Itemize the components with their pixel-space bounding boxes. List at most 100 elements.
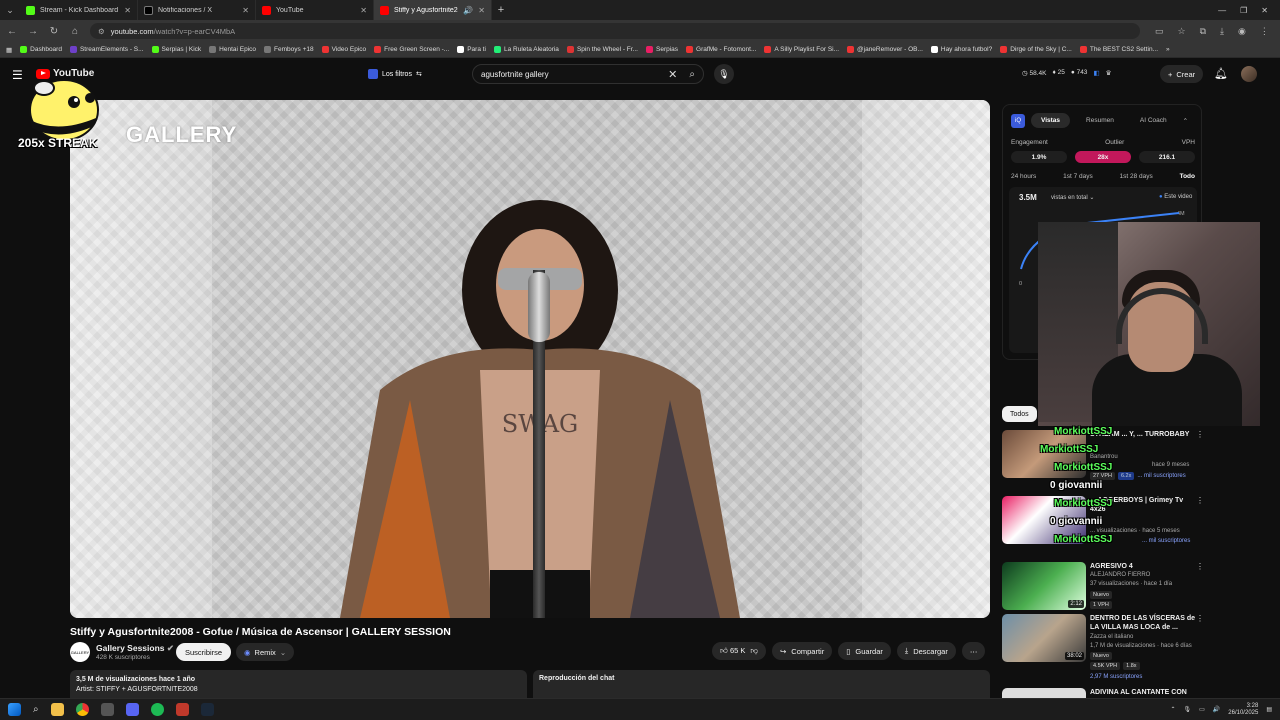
search-box[interactable]: agusfortnite gallery ✕ ⌕ <box>472 64 704 84</box>
channel-name[interactable]: Gallery Sessions ✔ <box>96 643 174 654</box>
save-button[interactable]: ▯ Guardar <box>838 642 891 660</box>
tab-youtube[interactable]: YouTube ✕ <box>256 0 374 20</box>
bookmark-item[interactable]: StreamElements - S... <box>69 46 144 53</box>
more-options-icon[interactable]: ⋮ <box>1196 496 1204 505</box>
close-window-icon[interactable]: ✕ <box>1261 6 1268 15</box>
cast-icon[interactable]: ▭ <box>1155 26 1164 37</box>
video-thumbnail[interactable]: 38:02 <box>1002 614 1086 662</box>
address-bar[interactable]: ⚙ youtube.com/watch?v=p-earCV4MbA <box>90 23 1140 39</box>
rec-title[interactable]: AGRESIVO 4 <box>1090 562 1198 571</box>
bookmark-item[interactable]: A Silly Playlist For Si... <box>764 46 839 53</box>
apps-icon[interactable]: ▦ <box>6 46 12 54</box>
range-option[interactable]: 1st 7 days <box>1063 173 1093 180</box>
rec-title[interactable]: ADIVINA AL CANTANTE CON <box>1090 688 1198 697</box>
filters-button[interactable]: Los filtros ⇆ <box>368 66 422 82</box>
bookmark-star-icon[interactable]: ☆ <box>1178 26 1186 37</box>
start-icon[interactable] <box>8 703 21 716</box>
new-tab-button[interactable]: + <box>492 4 510 16</box>
rec-title[interactable]: DENTRO DE LAS VÍSCERAS de LA VILLA MAS L… <box>1090 614 1198 632</box>
voice-search-button[interactable]: 🎙 <box>714 64 734 84</box>
share-button[interactable]: ↪ Compartir <box>772 642 833 660</box>
clear-search-icon[interactable]: ✕ <box>668 68 677 81</box>
profile-icon[interactable]: ◉ <box>1238 26 1246 37</box>
channel-avatar[interactable]: GALLERY <box>70 642 90 662</box>
account-avatar[interactable] <box>1241 66 1257 82</box>
bookmark-item[interactable]: Spin the Wheel - Fr... <box>566 46 638 53</box>
like-button[interactable]: 👍︎ 65 K <box>720 646 745 656</box>
close-icon[interactable]: ✕ <box>242 6 249 15</box>
bookmark-item[interactable]: The BEST CS2 Settin... <box>1079 46 1158 53</box>
subscribe-button[interactable]: Suscribirse <box>176 643 232 661</box>
range-option[interactable]: Todo <box>1180 173 1195 180</box>
home-icon[interactable]: ⌂ <box>69 26 81 37</box>
recommendation-item[interactable]: 38:02 DENTRO DE LAS VÍSCERAS de LA VILLA… <box>1002 614 1207 684</box>
tab-video[interactable]: Stiffy y Agusfortnite2008 🔊 ✕ <box>374 0 492 20</box>
clock[interactable]: 3:28 26/10/2025 <box>1228 703 1258 717</box>
dislike-button[interactable]: 👎︎ <box>750 646 758 656</box>
bookmark-item[interactable]: Para ti <box>457 46 486 53</box>
filter-chip-all[interactable]: Todos <box>1002 406 1037 422</box>
speaker-icon[interactable]: 🔊 <box>463 6 473 15</box>
search-icon[interactable]: ⌕ <box>689 69 695 80</box>
bookmark-item[interactable]: Hay ahora futbol? <box>930 46 992 53</box>
tab-kick-dashboard[interactable]: Stream - Kick Dashboard ✕ <box>20 0 138 20</box>
notifications-bell-icon[interactable]: 🔔︎ <box>1214 67 1228 80</box>
close-icon[interactable]: ✕ <box>360 6 367 15</box>
video-thumbnail[interactable]: 2:12 <box>1002 562 1086 610</box>
download-button[interactable]: ⤓ Descargar <box>896 642 956 660</box>
chrome-icon[interactable] <box>75 703 89 716</box>
tab-ai-coach[interactable]: AI Coach <box>1130 113 1177 128</box>
file-explorer-icon[interactable] <box>50 703 64 716</box>
bookmark-item[interactable]: Serpias <box>646 46 678 53</box>
app-icon[interactable] <box>175 703 189 716</box>
forward-icon[interactable]: → <box>27 26 39 37</box>
bookmark-item[interactable]: La Ruleta Aleatoria <box>494 46 559 53</box>
bookmark-item[interactable]: Femboys +18 <box>264 46 314 53</box>
close-icon[interactable]: ✕ <box>478 6 485 15</box>
trophy-icon[interactable]: ♛ <box>1106 69 1112 77</box>
bookmark-item[interactable]: Serpias | Kick <box>151 46 201 53</box>
more-options-icon[interactable]: ⋮ <box>1196 614 1204 623</box>
discord-icon[interactable] <box>125 703 139 716</box>
remix-button[interactable]: ◉ Remix ⌄ <box>236 643 295 661</box>
video-thumbnail[interactable] <box>1002 688 1086 698</box>
recommendation-item[interactable]: 2:12 AGRESIVO 4 ALEJANDRO FIERRO 37 visu… <box>1002 562 1207 612</box>
chevron-up-icon[interactable]: ⌃ <box>1170 706 1175 713</box>
spotify-icon[interactable] <box>150 703 164 716</box>
steam-icon[interactable] <box>200 703 214 716</box>
vidiq-header-icon[interactable]: ◧ <box>1093 69 1099 77</box>
more-options-icon[interactable]: ⋮ <box>1196 562 1204 571</box>
search-input[interactable]: agusfortnite gallery <box>481 70 668 79</box>
bookmark-item[interactable]: @janeRemover - OB... <box>847 46 923 53</box>
bookmark-item[interactable]: Hentai Epico <box>209 46 256 53</box>
extensions-icon[interactable]: ⧉ <box>1200 26 1206 37</box>
network-icon[interactable]: ▭ <box>1199 706 1205 713</box>
bookmark-item[interactable]: Video Epico <box>321 46 366 53</box>
recommendation-item[interactable]: ADIVINA AL CANTANTE CON <box>1002 688 1207 698</box>
tab-resumen[interactable]: Resumen <box>1076 113 1124 128</box>
close-icon[interactable]: ✕ <box>124 6 131 15</box>
minimize-icon[interactable]: — <box>1218 6 1226 15</box>
search-icon[interactable]: ⌕ <box>33 704 39 715</box>
mic-tray-icon[interactable]: 🎙 <box>1184 706 1192 713</box>
tab-x-notifications[interactable]: Notificaciones / X ✕ <box>138 0 256 20</box>
bookmark-item[interactable]: GrafMe - Fotomont... <box>686 46 756 53</box>
bookmark-item[interactable]: Free Green Screen -... <box>374 46 449 53</box>
obs-icon[interactable] <box>100 703 114 716</box>
more-bookmarks-icon[interactable]: » <box>1166 46 1170 53</box>
restore-icon[interactable]: ❐ <box>1240 6 1247 15</box>
back-icon[interactable]: ← <box>6 26 18 37</box>
site-info-icon[interactable]: ⚙ <box>98 27 105 36</box>
tab-vistas[interactable]: Vistas <box>1031 113 1071 128</box>
more-actions-button[interactable]: ⋯ <box>961 642 986 660</box>
tab-search-icon[interactable]: ⌄ <box>0 0 20 20</box>
notifications-icon[interactable]: ▤ <box>1266 706 1272 713</box>
reload-icon[interactable]: ↻ <box>48 26 60 37</box>
download-icon[interactable]: ⤓ <box>1220 26 1224 37</box>
range-option[interactable]: 1st 28 days <box>1120 173 1153 180</box>
menu-icon[interactable]: ⋮ <box>1260 26 1269 37</box>
video-player[interactable]: GALLERY SWAG <box>70 100 990 618</box>
more-options-icon[interactable]: ⋮ <box>1196 430 1204 439</box>
collapse-icon[interactable]: ⌃ <box>1183 117 1188 125</box>
create-button[interactable]: + Crear <box>1160 65 1204 83</box>
